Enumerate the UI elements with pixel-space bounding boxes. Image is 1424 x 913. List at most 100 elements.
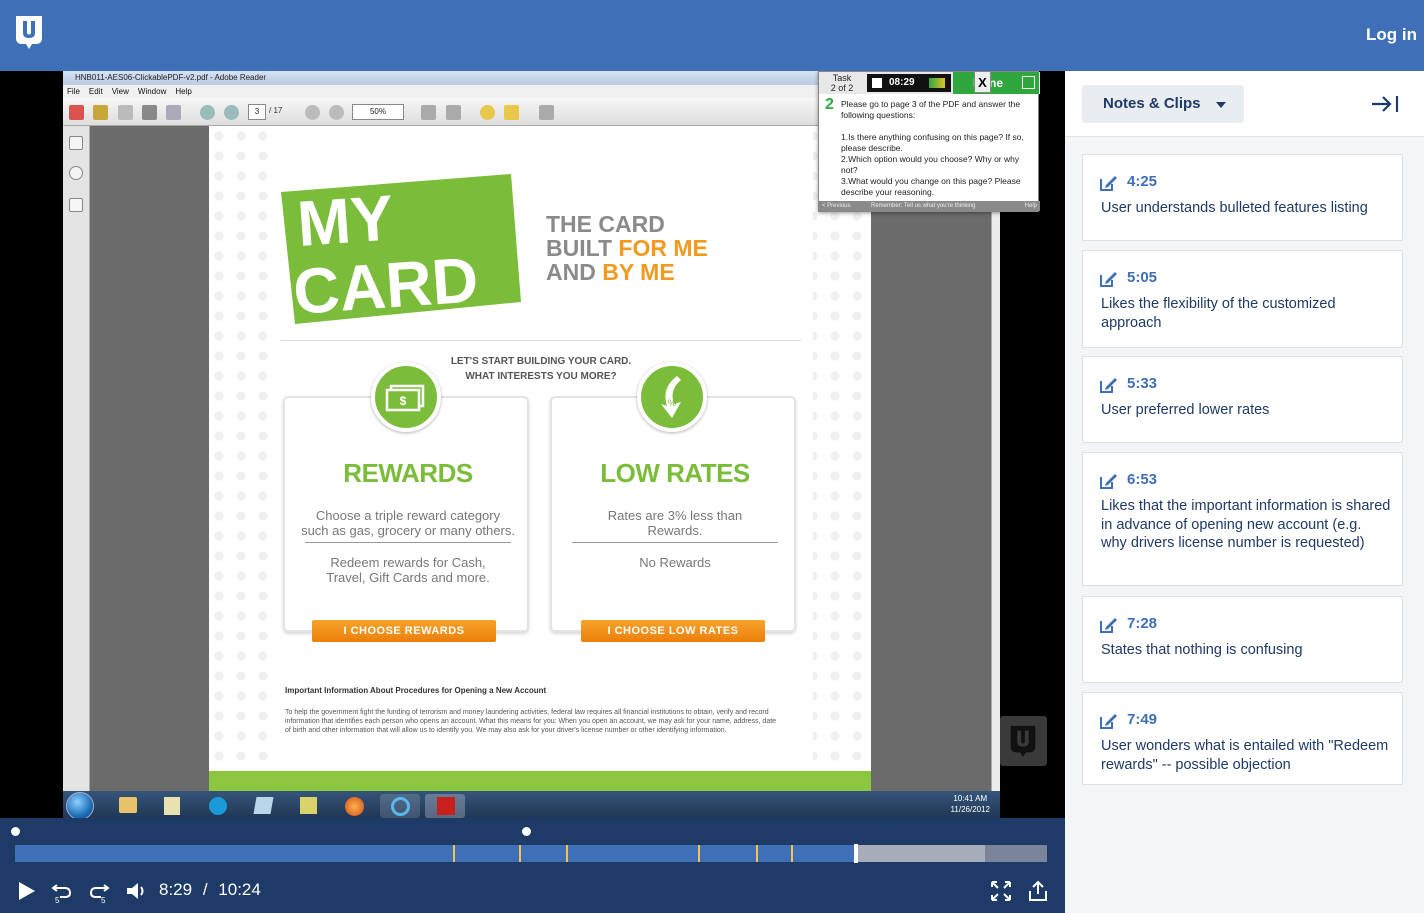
system-clock: 10:41 AM 11/26/2012 [951, 793, 990, 815]
attachment-icon [69, 166, 83, 180]
comment-icon [480, 105, 495, 120]
start-line-1: LET'S START BUILDING YOUR CARD. [450, 356, 632, 367]
note-timestamp[interactable]: 7:28 [1127, 615, 1157, 632]
sign-icon [504, 105, 519, 120]
start-prompt: LET'S START BUILDING YOUR CARD. WHAT INT… [269, 354, 813, 384]
clip-start-handle[interactable] [11, 827, 20, 836]
recorded-screen: HNB011-AES06-ClickablePDF-v2.pdf - Adobe… [63, 71, 1040, 820]
playhead[interactable] [854, 844, 859, 863]
note-marker[interactable] [790, 845, 793, 862]
save-icon [118, 105, 133, 120]
cash-icon: $ [371, 362, 441, 432]
reader-sidebar [63, 126, 90, 791]
explorer-taskbar-icon [107, 794, 147, 818]
note-timestamp[interactable]: 4:25 [1127, 173, 1157, 190]
low-rates-divider [572, 542, 778, 543]
rewind-5-icon[interactable]: 5 [50, 879, 74, 903]
note-timestamp[interactable]: 6:53 [1127, 471, 1157, 488]
time-display: 8:29 / 10:24 [159, 880, 261, 900]
windows-start-icon [66, 792, 94, 820]
task-instructions: Please go to page 3 of the PDF and answe… [841, 99, 1024, 197]
played-bar [15, 845, 857, 862]
note-timestamp[interactable]: 5:33 [1127, 375, 1157, 392]
note-timestamp[interactable]: 7:49 [1127, 711, 1157, 728]
clip-end-handle[interactable] [522, 827, 531, 836]
dropdown-label: Notes & Clips [1103, 95, 1201, 112]
notes-panel-header: Notes & Clips [1065, 71, 1424, 137]
task-of-label: 2 of 2 [830, 83, 854, 93]
rewards-divider [305, 542, 511, 543]
zoom-in-icon [329, 105, 344, 120]
notes-clips-dropdown[interactable]: Notes & Clips [1082, 85, 1244, 123]
note-marker[interactable] [453, 845, 456, 862]
ie-taskbar-icon [380, 794, 420, 818]
menu-help: Help [175, 87, 192, 96]
login-link[interactable]: Log in [1366, 21, 1417, 49]
layers-icon [69, 198, 83, 212]
edit-note-icon [1100, 714, 1117, 729]
my-card-logo: MY CARD [281, 174, 521, 324]
fullscreen-icon[interactable] [989, 879, 1013, 903]
audio-level-icon [929, 78, 945, 88]
low-rates-title: LOW RATES [600, 458, 750, 488]
choose-rewards-button: I CHOOSE REWARDS [312, 620, 496, 642]
svg-text:CARD: CARD [291, 243, 480, 324]
usertesting-logo-icon[interactable] [14, 14, 44, 50]
forward-5-icon[interactable]: 5 [87, 879, 111, 903]
low-rates-subtext: No Rewards [639, 555, 711, 570]
progress-track[interactable] [15, 844, 1047, 863]
note-marker[interactable] [698, 845, 701, 862]
email-icon [166, 105, 181, 120]
note-card[interactable]: 4:25 User understands bulleted features l… [1082, 154, 1403, 241]
chevron-down-icon [1216, 102, 1226, 108]
fullscreen-reader-icon [539, 105, 554, 120]
clock-time: 10:41 AM [953, 794, 988, 803]
note-card[interactable]: 5:33 User preferred lower rates [1082, 356, 1403, 443]
edit-note-icon [1100, 618, 1117, 633]
important-info-body: To help the government fight the funding… [285, 709, 777, 734]
firefox-taskbar-icon [334, 794, 374, 818]
reader-scrollbar [991, 126, 1000, 791]
task-footer: < Previous Remember: Tell us what you're… [819, 201, 1040, 211]
task-previous: < Previous [822, 203, 851, 209]
svg-text:%: % [668, 398, 676, 408]
zoom-out-icon [305, 105, 320, 120]
note-card[interactable]: 7:49 User wonders what is entailed with "… [1082, 692, 1403, 785]
edit-note-icon [1100, 176, 1117, 191]
fit-width-icon [446, 105, 461, 120]
note-card[interactable]: 5:05 Likes the flexibility of the customi… [1082, 250, 1403, 348]
note-marker[interactable] [565, 845, 568, 862]
note-text: States that nothing is confusing [1101, 642, 1303, 658]
menu-window: Window [137, 87, 167, 96]
tagline-for-me: FOR ME [618, 235, 708, 261]
page-total: / 17 [269, 106, 283, 115]
player-controls: 5 5 8:29 / 10:24 [0, 818, 1065, 913]
tagline-by-me: BY ME [602, 259, 675, 285]
play-icon[interactable] [14, 879, 38, 903]
note-card[interactable]: 7:28 States that nothing is confusing [1082, 596, 1403, 683]
task-counter: Task 2 of 2 [819, 72, 865, 94]
content-divider [281, 340, 801, 341]
notes-panel: Notes & Clips 4:25 User understands bulle… [1065, 71, 1424, 913]
pdf-footer-bar [209, 771, 871, 791]
note-text: User preferred lower rates [1101, 402, 1270, 418]
open-icon [93, 105, 108, 120]
fit-page-icon [421, 105, 436, 120]
collapse-panel-icon[interactable] [1370, 93, 1402, 115]
svg-text:5: 5 [55, 896, 60, 903]
note-card[interactable]: 6:53 Likes that the important information… [1082, 452, 1403, 586]
image-taskbar-icon [288, 794, 328, 818]
duration: 10:24 [218, 880, 261, 899]
note-marker[interactable] [519, 845, 522, 862]
note-marker[interactable] [755, 845, 758, 862]
edit-note-icon [1100, 474, 1117, 489]
volume-icon[interactable] [124, 879, 148, 903]
windows-taskbar: 10:41 AM 11/26/2012 [63, 791, 1000, 820]
menu-view: View [111, 87, 129, 96]
video-player[interactable]: HNB011-AES06-ClickablePDF-v2.pdf - Adobe… [0, 71, 1065, 913]
share-icon[interactable] [1026, 879, 1050, 903]
note-text: Likes the flexibility of the customized … [1101, 296, 1336, 331]
task-panel-header: Task 2 of 2 08:29 Done [819, 72, 1040, 94]
notes-taskbar-icon [152, 794, 192, 818]
note-timestamp[interactable]: 5:05 [1127, 269, 1157, 286]
